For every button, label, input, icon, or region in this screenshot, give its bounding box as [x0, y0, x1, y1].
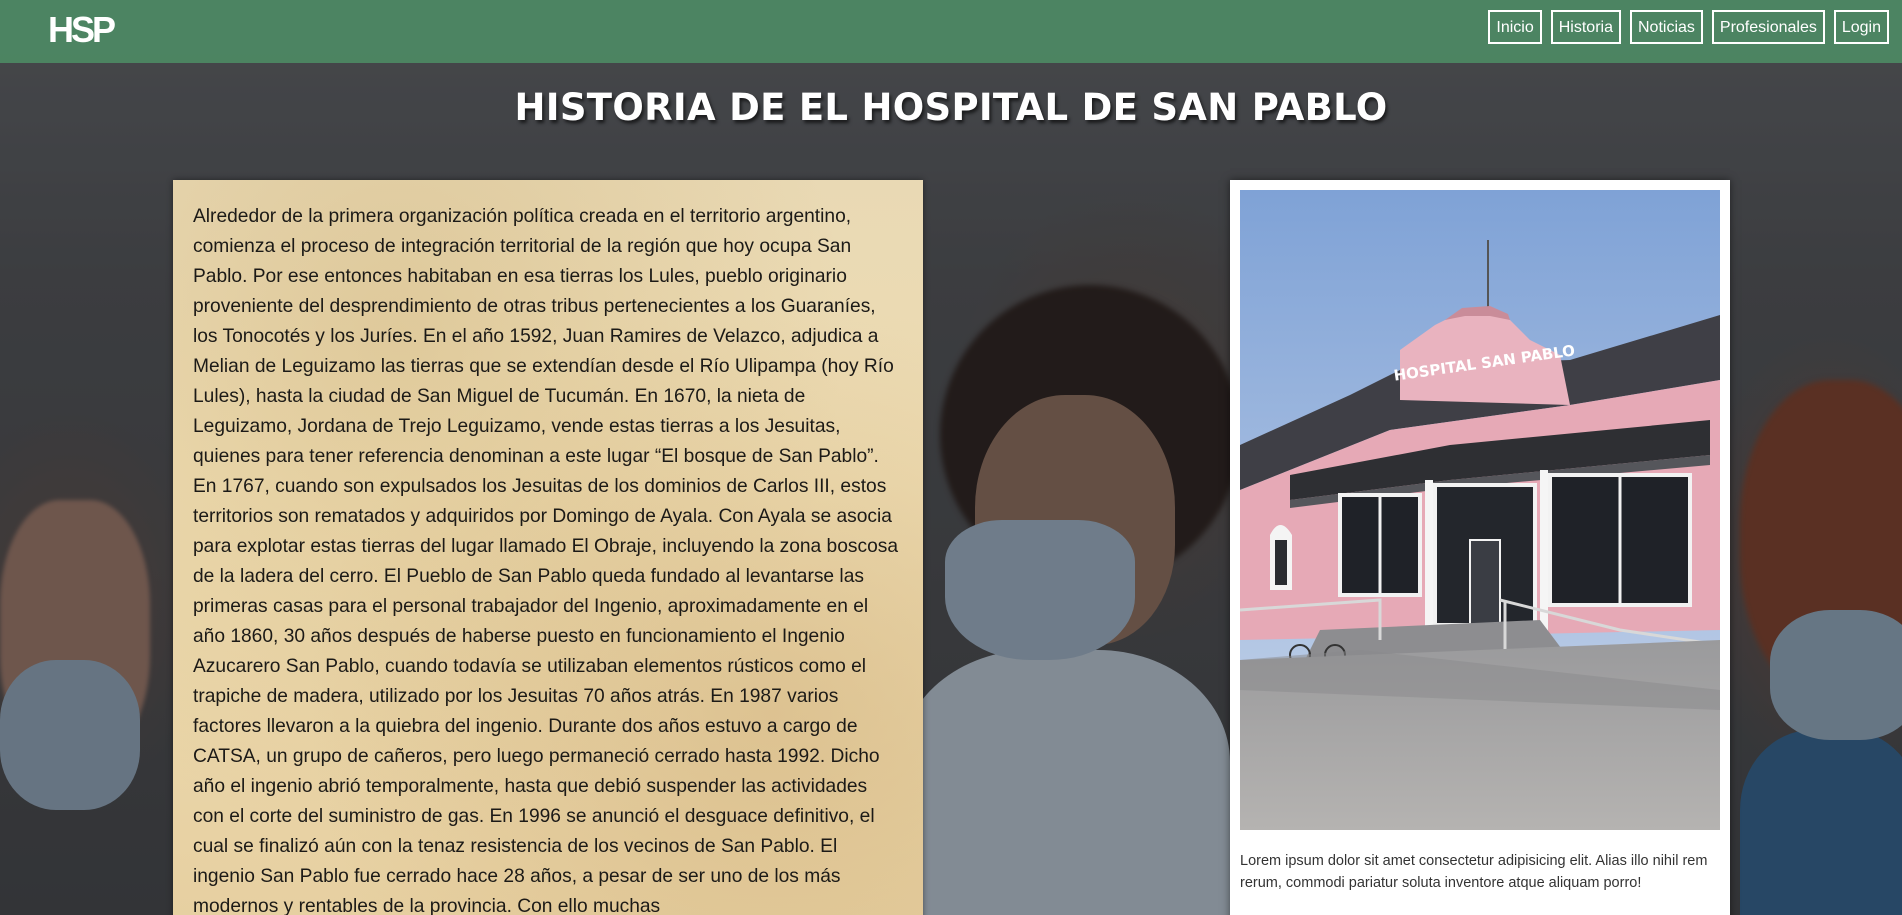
navbar: HSP Inicio Historia Noticias Profesional…: [0, 0, 1902, 63]
nav-link-inicio[interactable]: Inicio: [1488, 10, 1542, 44]
nav-links: Inicio Historia Noticias Profesionales L…: [1488, 10, 1889, 44]
logo-link[interactable]: HSP: [48, 9, 116, 50]
history-text: Alrededor de la primera organización pol…: [193, 206, 899, 915]
nav-link-profesionales[interactable]: Profesionales: [1711, 10, 1825, 44]
page-root: HSP Inicio Historia Noticias Profesional…: [0, 0, 1902, 915]
logo-text: HSP: [48, 9, 116, 50]
nav-link-historia[interactable]: Historia: [1550, 10, 1621, 44]
history-panel: Alrededor de la primera organización pol…: [173, 180, 923, 915]
page-title: HISTORIA DE EL HOSPITAL DE SAN PABLO: [514, 86, 1388, 129]
nav-link-noticias[interactable]: Noticias: [1629, 10, 1703, 44]
nav-link-login[interactable]: Login: [1833, 10, 1889, 44]
photo-card: HOSPITAL SAN PABLO Lorem ipsum dolor sit…: [1230, 180, 1730, 915]
hospital-photo: HOSPITAL SAN PABLO: [1240, 190, 1720, 830]
photo-caption: Lorem ipsum dolor sit amet consectetur a…: [1240, 853, 1708, 891]
